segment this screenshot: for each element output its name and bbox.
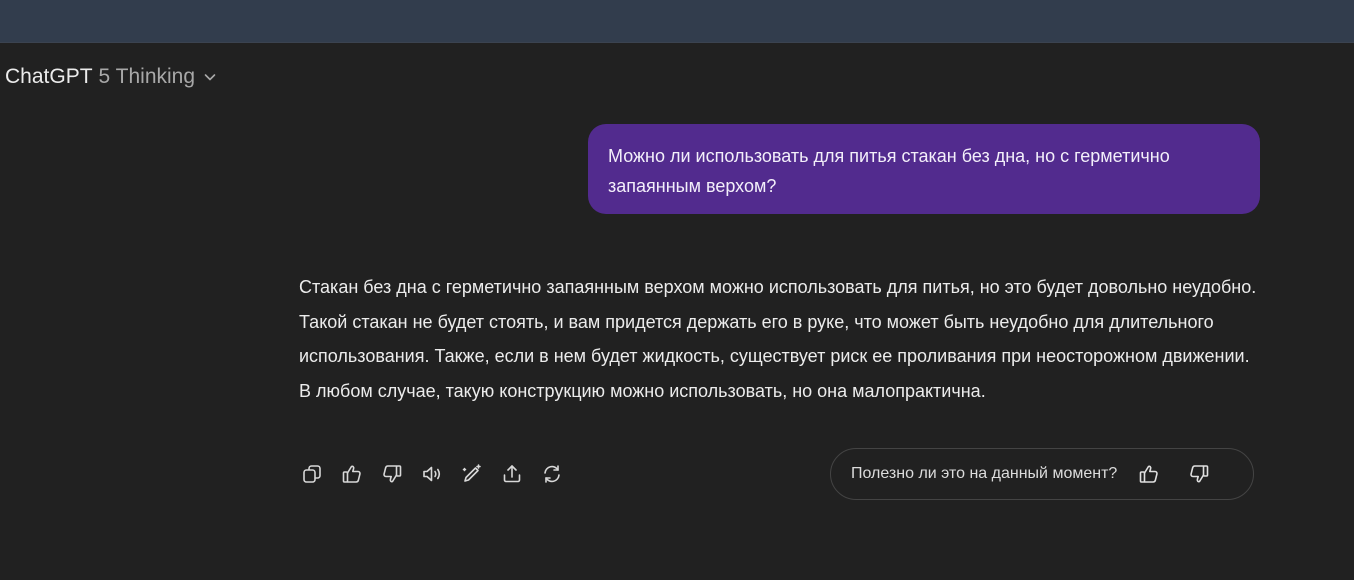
model-selector[interactable]: ChatGPT 5 Thinking [5, 62, 217, 92]
thumbs-up-icon [1139, 465, 1159, 483]
feedback-helpful-button[interactable] [1135, 460, 1163, 488]
user-message-bubble: Можно ли использовать для питья стакан б… [588, 124, 1260, 214]
message-actions [298, 460, 578, 488]
read-aloud-button[interactable] [418, 460, 446, 488]
share-icon [503, 465, 521, 483]
feedback-prompt: Полезно ли это на данный момент? [830, 448, 1254, 500]
regenerate-button[interactable] [538, 460, 566, 488]
bad-response-button[interactable] [378, 460, 406, 488]
feedback-not-helpful-button[interactable] [1185, 460, 1213, 488]
thumbs-down-icon [383, 465, 402, 483]
feedback-question: Полезно ли это на данный момент? [851, 465, 1118, 482]
title-bar [0, 0, 1354, 43]
user-message-text: Можно ли использовать для питья стакан б… [608, 146, 1170, 196]
edit-in-canvas-button[interactable] [458, 460, 486, 488]
read-aloud-icon [423, 466, 441, 482]
chevron-down-icon [204, 74, 216, 81]
model-variant: 5 Thinking [98, 65, 196, 88]
copy-icon [303, 465, 321, 483]
copy-button[interactable] [298, 460, 326, 488]
good-response-button[interactable] [338, 460, 366, 488]
share-button[interactable] [498, 460, 526, 488]
edit-in-canvas-icon [462, 464, 481, 482]
thumbs-up-icon [342, 465, 361, 483]
assistant-message-text: Стакан без дна с герметично запаянным ве… [299, 277, 1257, 401]
model-brand: ChatGPT [5, 65, 93, 88]
regenerate-icon [544, 465, 560, 483]
thumbs-down-icon [1190, 465, 1209, 483]
